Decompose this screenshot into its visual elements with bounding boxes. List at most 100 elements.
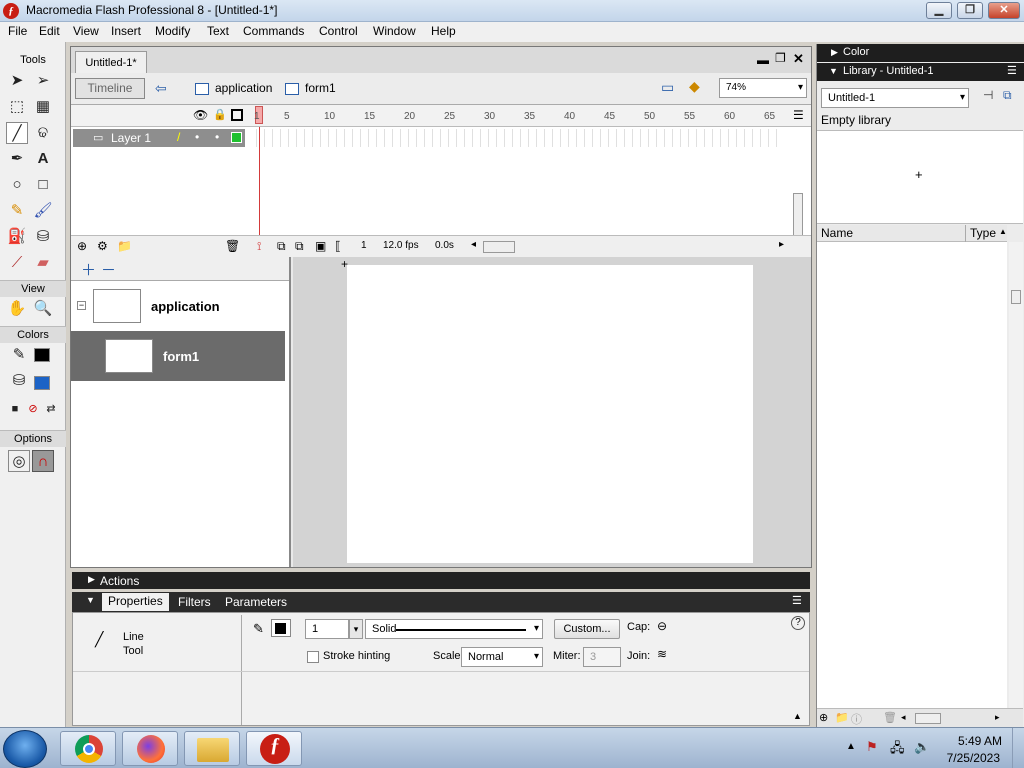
new-library-panel-icon[interactable]: ⧉: [1003, 88, 1012, 103]
fill-color-swatch[interactable]: [34, 376, 50, 390]
eye-icon[interactable]: 👁: [193, 108, 208, 122]
oval-tool-icon[interactable]: ○: [6, 174, 28, 196]
document-tab[interactable]: Untitled-1*: [75, 51, 147, 73]
lock-icon[interactable]: 🔒: [213, 108, 227, 121]
timeline-hscroll-thumb[interactable]: [483, 241, 515, 253]
lasso-tool-icon[interactable]: ଢ: [32, 122, 54, 144]
color-panel-header[interactable]: ▶ Color: [817, 44, 1024, 62]
action-center-icon[interactable]: ⚑: [866, 739, 878, 755]
back-arrow-icon[interactable]: ⇦: [155, 80, 167, 97]
scroll-right-icon[interactable]: ▸: [779, 239, 784, 250]
menu-help[interactable]: Help: [431, 24, 456, 38]
paint-bucket-tool-icon[interactable]: ⛁: [32, 226, 54, 248]
screen-item-form1[interactable]: form1: [71, 331, 285, 381]
selection-tool-icon[interactable]: ➤: [6, 70, 28, 92]
pencil-tool-icon[interactable]: ✎: [6, 200, 28, 222]
eraser-tool-icon[interactable]: ▰: [32, 252, 54, 274]
eyedropper-tool-icon[interactable]: ⟋: [6, 252, 28, 274]
col-name[interactable]: Name: [821, 226, 853, 240]
ink-bottle-tool-icon[interactable]: ⛽: [6, 226, 28, 248]
subselection-tool-icon[interactable]: ➢: [32, 70, 54, 92]
timeline-menu-icon[interactable]: ☰: [793, 108, 804, 122]
edit-symbols-icon[interactable]: ◆: [689, 78, 700, 95]
stroke-color-swatch[interactable]: [34, 348, 50, 362]
insert-folder-icon[interactable]: 📁: [117, 239, 132, 253]
line-tool-icon[interactable]: ╱: [6, 122, 28, 144]
properties-icon[interactable]: ⓘ: [851, 711, 862, 727]
volume-icon[interactable]: 🔈: [914, 739, 930, 755]
timeline-toggle-button[interactable]: Timeline: [75, 78, 145, 99]
frame-grid[interactable]: [249, 129, 783, 147]
network-icon[interactable]: 🖧: [890, 739, 905, 761]
tab-parameters[interactable]: Parameters: [225, 595, 287, 609]
help-icon[interactable]: ?: [791, 616, 805, 630]
menu-window[interactable]: Window: [373, 24, 416, 38]
join-style-icon[interactable]: ≋: [657, 647, 667, 661]
expand-panel-icon[interactable]: ▲: [793, 711, 802, 721]
swap-colors-icon[interactable]: ⇄: [40, 398, 62, 420]
collapse-icon[interactable]: −: [77, 301, 86, 310]
menu-modify[interactable]: Modify: [155, 24, 190, 38]
menu-insert[interactable]: Insert: [111, 24, 141, 38]
flash-taskbar-button[interactable]: ƒ: [246, 731, 302, 766]
onion-outline-icon[interactable]: ⧉: [295, 239, 304, 254]
frame-rate[interactable]: 12.0 fps: [383, 240, 419, 251]
layer-row[interactable]: ▭ Layer 1 / • •: [73, 129, 245, 147]
col-type[interactable]: Type: [970, 226, 996, 240]
add-guide-layer-icon[interactable]: ⚙: [97, 239, 108, 253]
panel-menu-icon[interactable]: ☰: [792, 594, 802, 607]
doc-close-icon[interactable]: ✕: [793, 51, 804, 67]
clock-date[interactable]: 7/25/2023: [947, 751, 1000, 765]
scroll-left-icon[interactable]: ◂: [901, 712, 906, 723]
stroke-style-select[interactable]: Solid: [365, 619, 543, 639]
library-hscroll-thumb[interactable]: [915, 713, 941, 724]
firefox-taskbar-button[interactable]: [122, 731, 178, 766]
breadcrumb-application[interactable]: application: [215, 81, 272, 95]
edit-multiple-frames-icon[interactable]: ▣: [315, 239, 326, 253]
restore-button[interactable]: ❐: [957, 2, 983, 19]
chrome-taskbar-button[interactable]: [60, 731, 116, 766]
explorer-taskbar-button[interactable]: [184, 731, 240, 766]
start-button[interactable]: [3, 730, 47, 768]
layer-name[interactable]: Layer 1: [111, 131, 151, 145]
stroke-color-picker[interactable]: [271, 619, 291, 637]
doc-minimize-icon[interactable]: ▬: [757, 53, 769, 67]
new-folder-icon[interactable]: 📁: [835, 711, 849, 724]
menu-edit[interactable]: Edit: [39, 24, 60, 38]
object-drawing-icon[interactable]: ◎: [8, 450, 30, 472]
zoom-tool-icon[interactable]: 🔍: [32, 298, 54, 320]
tab-properties[interactable]: Properties: [102, 593, 169, 611]
text-tool-icon[interactable]: A: [32, 148, 54, 170]
menu-file[interactable]: File: [8, 24, 27, 38]
remove-screen-icon[interactable]: －: [101, 259, 116, 280]
scale-select[interactable]: Normal: [461, 647, 543, 667]
stroke-height-field[interactable]: 1: [305, 619, 349, 639]
library-document-select[interactable]: Untitled-1: [821, 88, 969, 108]
clock-time[interactable]: 5:49 AM: [958, 734, 1002, 748]
stage[interactable]: +: [341, 257, 753, 563]
stroke-hinting-checkbox[interactable]: [307, 651, 319, 663]
screen-item-application[interactable]: − application: [71, 281, 289, 331]
layer-visible-dot[interactable]: •: [195, 130, 199, 144]
menu-text[interactable]: Text: [207, 24, 229, 38]
rectangle-tool-icon[interactable]: □: [32, 174, 54, 196]
layer-outline-color[interactable]: [231, 132, 242, 143]
brush-tool-icon[interactable]: 🖌: [32, 200, 54, 222]
free-transform-tool-icon[interactable]: ⬚: [6, 96, 28, 118]
menu-view[interactable]: View: [73, 24, 99, 38]
pin-library-icon[interactable]: ⊣: [983, 88, 993, 102]
new-symbol-icon[interactable]: ⊕: [819, 711, 828, 724]
layer-lock-dot[interactable]: •: [215, 130, 219, 144]
stroke-height-dropdown-icon[interactable]: ▾: [349, 619, 363, 639]
scroll-right-icon[interactable]: ▸: [995, 712, 1000, 723]
hand-tool-icon[interactable]: ✋: [6, 298, 28, 320]
sort-icon[interactable]: ▲: [999, 227, 1007, 236]
library-list[interactable]: [817, 242, 1007, 710]
scroll-left-icon[interactable]: ◂: [471, 239, 476, 250]
zoom-select[interactable]: 74%: [719, 78, 807, 98]
outline-icon[interactable]: [231, 109, 243, 121]
snap-magnet-icon[interactable]: ∩: [32, 450, 54, 472]
delete-icon[interactable]: 🗑: [883, 711, 897, 724]
library-vscroll[interactable]: [1009, 242, 1023, 710]
add-screen-icon[interactable]: ＋: [81, 259, 96, 280]
